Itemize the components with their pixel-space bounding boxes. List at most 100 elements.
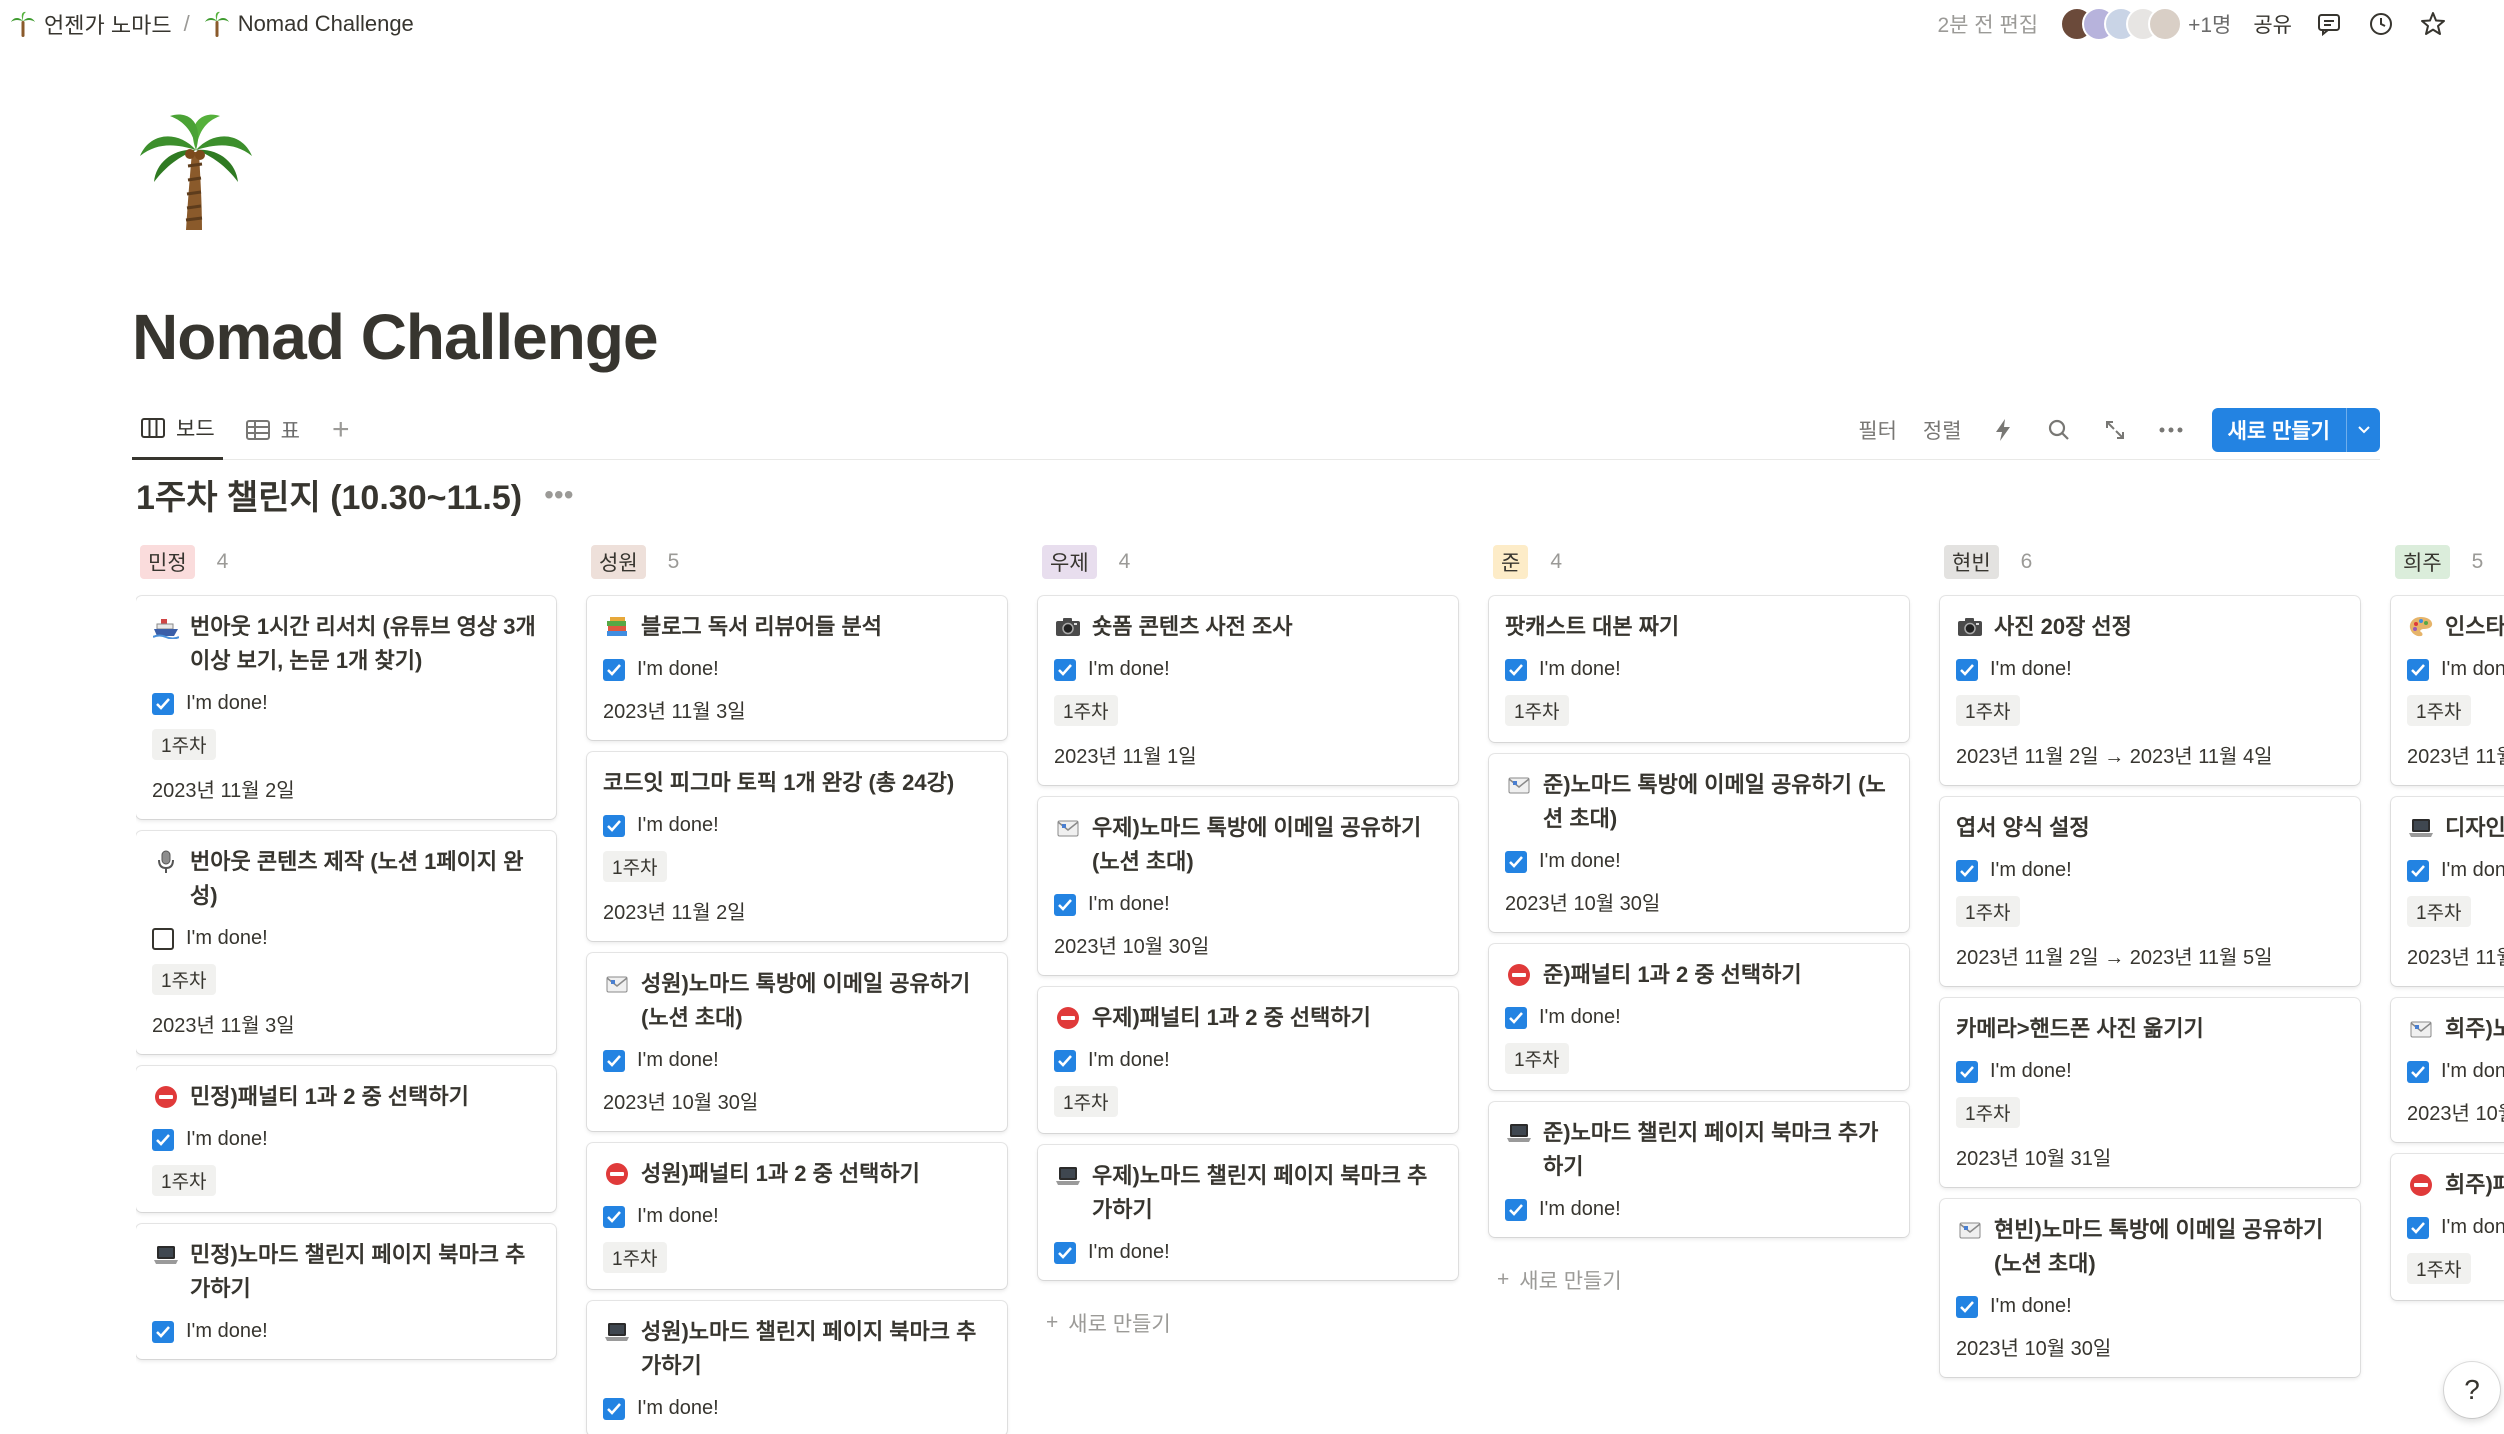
favorite-star-icon[interactable] <box>2418 9 2448 39</box>
expand-icon[interactable] <box>2100 415 2130 445</box>
board-card[interactable]: 우제)노마드 톡방에 이메일 공유하기 (노션 초대) I'm done! 2023… <box>1038 797 1458 975</box>
board-card[interactable]: 팟캐스트 대본 짜기 I'm done! 1주차 <box>1489 596 1909 742</box>
card-title: 카메라>핸드폰 사진 옮기기 <box>1956 1012 2342 1046</box>
new-button[interactable]: 새로 만들기 <box>2211 407 2380 452</box>
checkbox-checked-icon[interactable] <box>152 1128 174 1151</box>
checkbox-checked-icon[interactable] <box>603 814 625 837</box>
board-card[interactable]: 코드잇 피그마 토픽 1개 완강 (총 24강) I'm done! 1주차 2023… <box>587 752 1007 941</box>
checkbox-checked-icon[interactable] <box>2407 1060 2429 1083</box>
board-card[interactable]: 준)노마드 톡방에 이메일 공유하기 (노션 초대) I'm done! 2023년… <box>1489 754 1909 932</box>
checkbox-checked-icon[interactable] <box>1505 1006 1527 1029</box>
history-clock-icon[interactable] <box>2366 9 2396 39</box>
board-card[interactable]: 디자인 기 I'm done 1주차 2023년 11월 <box>2391 797 2504 986</box>
checkbox-checked-icon[interactable] <box>1054 893 1076 916</box>
column-tag[interactable]: 준 <box>1493 545 1529 579</box>
checkbox-checked-icon[interactable] <box>603 1205 625 1228</box>
avatar[interactable] <box>2148 7 2183 41</box>
date-property: 2023년 11월 2일 → 2023년 11월 4일 <box>1956 746 2273 768</box>
checkbox-checked-icon[interactable] <box>1054 1049 1076 1072</box>
column-tag[interactable]: 성원 <box>591 545 646 579</box>
checkbox-checked-icon[interactable] <box>1505 1198 1527 1221</box>
board-card[interactable]: 번아웃 콘텐츠 제작 (노션 1페이지 완성) I'm done! 1주차 2023년… <box>136 831 556 1054</box>
breadcrumb-current[interactable]: Nomad Challenge <box>198 6 420 42</box>
checkbox-checked-icon[interactable] <box>2407 658 2429 681</box>
checkbox-checked-icon[interactable] <box>1956 1295 1978 1318</box>
board-card[interactable]: 성원)노마드 톡방에 이메일 공유하기 (노션 초대) I'm done! 2023… <box>587 953 1007 1131</box>
checkbox-checked-icon[interactable] <box>603 1049 625 1072</box>
board-card[interactable]: 카메라>핸드폰 사진 옮기기 I'm done! 1주차 2023년 10월 31일 <box>1940 998 2360 1187</box>
group-header: 1주차 챌린지 (10.30~11.5) ••• <box>136 470 574 519</box>
palm-tree-icon[interactable] <box>136 104 256 234</box>
card-title: 준)패널티 1과 2 중 선택하기 <box>1505 958 1891 992</box>
board-card[interactable]: 현빈)노마드 톡방에 이메일 공유하기 (노션 초대) I'm done! 2023… <box>1940 1199 2360 1377</box>
sort-button[interactable]: 정렬 <box>1923 415 1962 445</box>
week-property: 1주차 <box>1505 1029 1891 1074</box>
share-button[interactable]: 공유 <box>2253 9 2292 39</box>
checkbox-unchecked-icon[interactable] <box>152 927 174 950</box>
card-title: 숏폼 콘텐츠 사전 조사 <box>1054 610 1440 644</box>
last-edited-text[interactable]: 2분 전 편집 <box>1937 9 2038 39</box>
checkbox-checked-icon[interactable] <box>603 1397 625 1420</box>
board-card[interactable]: 희주)노마 (노션 초 I'm done 2023년 10월 <box>2391 998 2504 1142</box>
board-card[interactable]: 희주)패널 I'm done 1주차 <box>2391 1154 2504 1300</box>
checkbox-checked-icon[interactable] <box>1956 1060 1978 1083</box>
collaborator-avatars[interactable]: +1명 <box>2060 7 2231 41</box>
board-card[interactable]: 성원)노마드 챌린지 페이지 북마크 추가하기 I'm done! <box>587 1301 1007 1434</box>
board-card[interactable]: 성원)패널티 1과 2 중 선택하기 I'm done! 1주차 <box>587 1143 1007 1289</box>
checkbox-checked-icon[interactable] <box>603 658 625 681</box>
week-tag: 1주차 <box>1956 695 2020 726</box>
automation-bolt-icon[interactable] <box>1988 415 2018 445</box>
column-tag[interactable]: 희주 <box>2395 545 2450 579</box>
board-card[interactable]: 번아웃 1시간 리서치 (유튜브 영상 3개 이상 보기, 논문 1개 찾기) I… <box>136 596 556 819</box>
group-title[interactable]: 1주차 챌린지 (10.30~11.5) <box>136 470 522 519</box>
tab-table[interactable]: 표 <box>237 400 308 460</box>
breadcrumb-parent[interactable]: 언젠가 노마드 / <box>4 4 198 44</box>
more-options-icon[interactable] <box>2156 415 2186 445</box>
checkbox-checked-icon[interactable] <box>1505 658 1527 681</box>
more-users-count[interactable]: +1명 <box>2188 9 2231 39</box>
week-property: 1주차 <box>152 715 538 760</box>
new-button-label[interactable]: 새로 만들기 <box>2212 408 2346 452</box>
board-card[interactable]: 인스타툰 I'm done 1주차 2023년 11월 <box>2391 596 2504 785</box>
search-icon[interactable] <box>2044 415 2074 445</box>
new-card-button[interactable]: + 새로 만들기 <box>1038 1300 1458 1346</box>
column-header: 희주 5 <box>2391 540 2504 584</box>
chevron-down-icon[interactable] <box>2346 407 2380 452</box>
done-checkbox-row: I'm done! <box>603 814 989 837</box>
done-checkbox-row: I'm done! <box>1505 658 1891 681</box>
tab-board[interactable]: 보드 <box>132 400 223 460</box>
board-card[interactable]: 우제)패널티 1과 2 중 선택하기 I'm done! 1주차 <box>1038 987 1458 1133</box>
checkbox-checked-icon[interactable] <box>1505 850 1527 873</box>
column-tag[interactable]: 민정 <box>140 545 195 579</box>
checkbox-checked-icon[interactable] <box>1956 859 1978 882</box>
checkbox-checked-icon[interactable] <box>2407 1216 2429 1239</box>
board-card[interactable]: 준)노마드 챌린지 페이지 북마크 추가하기 I'm done! <box>1489 1102 1909 1237</box>
board-card[interactable]: 숏폼 콘텐츠 사전 조사 I'm done! 1주차 2023년 11월 1일 <box>1038 596 1458 785</box>
board-card[interactable]: 사진 20장 선정 I'm done! 1주차 2023년 11월 2일 → 2023… <box>1940 596 2360 785</box>
checkbox-checked-icon[interactable] <box>1956 658 1978 681</box>
board-card[interactable]: 우제)노마드 챌린지 페이지 북마크 추가하기 I'm done! <box>1038 1145 1458 1280</box>
view-tabs: 보드 표 + <box>132 400 360 460</box>
checkbox-checked-icon[interactable] <box>152 692 174 715</box>
group-more-icon[interactable]: ••• <box>544 479 573 511</box>
board-card[interactable]: 블로그 독서 리뷰어들 분석 I'm done! 2023년 11월 3일 <box>587 596 1007 740</box>
checkbox-checked-icon[interactable] <box>1054 658 1076 681</box>
date-property: 2023년 11월 3일 <box>152 1015 295 1037</box>
checkbox-checked-icon[interactable] <box>2407 859 2429 882</box>
board-card[interactable]: 민정)패널티 1과 2 중 선택하기 I'm done! 1주차 <box>136 1066 556 1212</box>
breadcrumb-parent-label: 언젠가 노마드 <box>44 13 172 38</box>
done-checkbox-row: I'm done <box>2407 1216 2504 1239</box>
checkbox-checked-icon[interactable] <box>1054 1241 1076 1264</box>
board-card[interactable]: 민정)노마드 챌린지 페이지 북마크 추가하기 I'm done! <box>136 1224 556 1359</box>
column-tag[interactable]: 현빈 <box>1944 545 1999 579</box>
add-view-icon[interactable]: + <box>322 413 360 447</box>
help-button[interactable]: ? <box>2444 1362 2500 1418</box>
checkbox-checked-icon[interactable] <box>152 1320 174 1343</box>
comment-icon[interactable] <box>2314 9 2344 39</box>
filter-button[interactable]: 필터 <box>1858 415 1897 445</box>
page-title[interactable]: Nomad Challenge <box>132 300 659 374</box>
column-tag[interactable]: 우제 <box>1042 545 1097 579</box>
board-card[interactable]: 준)패널티 1과 2 중 선택하기 I'm done! 1주차 <box>1489 944 1909 1090</box>
new-card-button[interactable]: + 새로 만들기 <box>1489 1257 1909 1303</box>
board-card[interactable]: 엽서 양식 설정 I'm done! 1주차 2023년 11월 2일 → 2023년… <box>1940 797 2360 986</box>
